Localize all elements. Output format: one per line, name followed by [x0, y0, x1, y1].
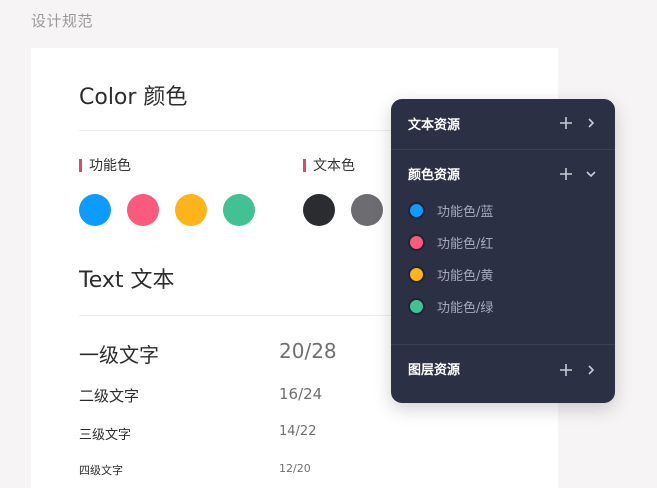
swatch-functional-red[interactable]: [127, 194, 159, 226]
type-level-1-spec: 20/28: [279, 339, 337, 363]
color-dot: [408, 298, 425, 315]
text-color-label: 文本色: [303, 155, 355, 175]
chevron-right-icon[interactable]: [583, 115, 599, 131]
resource-item-yellow[interactable]: 功能色/黄: [408, 265, 493, 284]
type-level-4-name: 四级文字: [79, 464, 123, 477]
swatch-functional-yellow[interactable]: [175, 194, 207, 226]
label-marker: [303, 158, 306, 172]
color-section-title: Color 颜色: [79, 85, 188, 110]
type-level-1-name: 一级文字: [79, 343, 159, 367]
resources-panel: 文本资源 颜色资源 功能色/蓝 功能色/红 功能色/黄 功能色/绿 图层资源: [391, 99, 615, 403]
type-level-3-spec: 14/22: [279, 424, 317, 439]
swatch-text-gray[interactable]: [351, 194, 383, 226]
resource-item-label: 功能色/红: [437, 237, 494, 252]
color-dot: [408, 266, 425, 283]
text-section-title: Text 文本: [79, 268, 175, 293]
functional-color-label: 功能色: [79, 155, 131, 175]
chevron-right-icon[interactable]: [583, 362, 599, 378]
color-dot: [408, 202, 425, 219]
label-marker: [79, 158, 82, 172]
swatch-text-dark[interactable]: [303, 194, 335, 226]
plus-icon[interactable]: [558, 362, 574, 378]
resource-item-label: 功能色/黄: [437, 269, 494, 284]
plus-icon[interactable]: [558, 115, 574, 131]
panel-divider: [391, 149, 615, 150]
page-header: 设计规范: [31, 12, 94, 30]
resource-item-green[interactable]: 功能色/绿: [408, 297, 493, 316]
text-color-label-text: 文本色: [313, 158, 355, 174]
resource-item-blue[interactable]: 功能色/蓝: [408, 201, 493, 220]
type-level-4-spec: 12/20: [279, 462, 311, 475]
color-resources-title[interactable]: 颜色资源: [408, 164, 460, 183]
plus-icon[interactable]: [558, 166, 574, 182]
swatch-functional-green[interactable]: [223, 194, 255, 226]
swatch-functional-blue[interactable]: [79, 194, 111, 226]
text-resources-title[interactable]: 文本资源: [408, 114, 460, 133]
type-level-2-name: 二级文字: [79, 387, 140, 405]
resource-item-red[interactable]: 功能色/红: [408, 233, 493, 252]
type-level-2-spec: 16/24: [279, 385, 323, 403]
color-dot: [408, 234, 425, 251]
type-level-3-name: 三级文字: [79, 428, 132, 443]
panel-divider: [391, 344, 615, 345]
functional-color-label-text: 功能色: [89, 158, 131, 174]
chevron-down-icon[interactable]: [583, 166, 599, 182]
layer-resources-title[interactable]: 图层资源: [408, 359, 460, 378]
resource-item-label: 功能色/绿: [437, 301, 494, 316]
resource-item-label: 功能色/蓝: [437, 205, 494, 220]
